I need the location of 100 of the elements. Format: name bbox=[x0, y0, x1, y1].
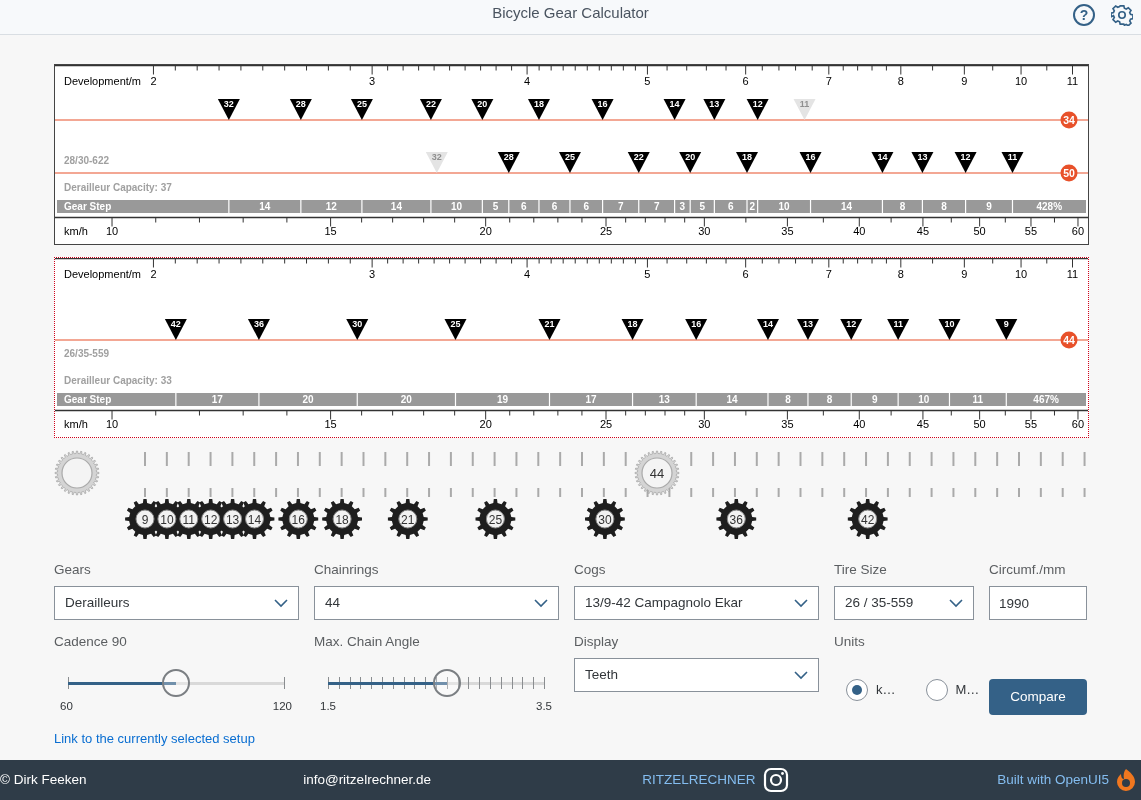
gear-step-value: 17 bbox=[585, 394, 597, 405]
cog-marker[interactable]: 18 bbox=[527, 99, 550, 120]
unit-radio[interactable]: M… bbox=[913, 678, 980, 701]
gear-step-value: 10 bbox=[918, 394, 930, 405]
cog-marker[interactable]: 20 bbox=[679, 152, 702, 173]
cog-marker[interactable]: 36 bbox=[247, 319, 270, 340]
tire-size-select[interactable]: 26 / 35-559 bbox=[834, 586, 974, 620]
cog-marker[interactable]: 28 bbox=[289, 99, 312, 120]
instagram-icon[interactable] bbox=[763, 767, 790, 793]
gear-step-value: 10 bbox=[778, 201, 790, 212]
circumference-input[interactable]: 1990 bbox=[989, 586, 1087, 620]
cog-marker[interactable]: 22 bbox=[419, 99, 442, 120]
gear-step-value: 19 bbox=[496, 394, 509, 405]
axis-tick-label: 10 bbox=[1014, 268, 1028, 280]
cog-marker[interactable]: 28 bbox=[497, 152, 520, 173]
axis-tick-label: 6 bbox=[742, 75, 749, 87]
gear-step-value: 9 bbox=[871, 394, 878, 405]
axis-tick-label: 20 bbox=[479, 418, 492, 430]
axis-tick-label: 50 bbox=[973, 225, 986, 237]
gear-step-value: 17 bbox=[211, 394, 223, 405]
copyright-text: © Dirk Feeken bbox=[0, 771, 87, 787]
gear-range-value: 428% bbox=[1036, 201, 1063, 212]
cog-marker[interactable]: 42 bbox=[164, 319, 187, 340]
app-title: Bicycle Gear Calculator bbox=[492, 3, 649, 23]
cog-marker[interactable]: 9 bbox=[995, 319, 1018, 340]
cog-marker[interactable]: 12 bbox=[746, 99, 769, 120]
axis-tick-label: 10 bbox=[1014, 75, 1028, 87]
chainring-badge: 34 bbox=[1060, 111, 1078, 129]
openui5-link[interactable]: Built with OpenUI5 bbox=[997, 769, 1109, 791]
axis-tick-label: 30 bbox=[698, 225, 711, 237]
chart-panel[interactable]: Development/m 2 3 4 5 6 7 8 9 10 11 42 36 30 25 21 18 16 14 13 12 11 10 9 44 26/35-559 Derailleur Capacity: 33 Gear Step 17 20 20 19 17 13 14 8 8 9 10 11 467% km/h 10 15 20 25 30 35 40 45 50 55 60 bbox=[54, 257, 1089, 438]
axis-tick-label: 9 bbox=[961, 75, 968, 87]
settings-icon[interactable] bbox=[1111, 4, 1133, 26]
cog-marker[interactable]: 11 bbox=[887, 319, 910, 340]
compare-button[interactable]: Compare bbox=[989, 679, 1087, 715]
chevron-down-icon bbox=[794, 670, 808, 680]
cog-marker[interactable]: 18 bbox=[736, 152, 758, 173]
cog-marker[interactable]: 11 bbox=[1001, 152, 1024, 173]
cog-marker[interactable]: 18 bbox=[621, 319, 644, 340]
cog-marker[interactable]: 13 bbox=[796, 319, 819, 340]
field-label: Cadence 90 bbox=[54, 633, 128, 651]
gear-step-value: 12 bbox=[325, 201, 337, 212]
gears-select[interactable]: Derailleurs bbox=[54, 586, 299, 620]
cog-marker[interactable]: 14 bbox=[757, 319, 779, 340]
chart-panel[interactable] bbox=[54, 64, 1089, 245]
field-label: Cogs bbox=[574, 561, 607, 579]
cog-marker[interactable]: 22 bbox=[627, 152, 650, 173]
cog-marker[interactable]: 25 bbox=[350, 99, 373, 120]
cog-marker[interactable]: 32 bbox=[217, 99, 240, 120]
axis-tick-label: 20 bbox=[479, 225, 492, 237]
axis-tick-label: 45 bbox=[916, 418, 930, 430]
slider-handle[interactable] bbox=[162, 669, 190, 697]
cog-marker[interactable]: 21 bbox=[538, 319, 561, 340]
cog-marker[interactable]: 25 bbox=[558, 152, 581, 173]
cog-marker[interactable]: 12 bbox=[840, 319, 863, 340]
gear-step-value: 5 bbox=[492, 201, 499, 212]
cog-marker[interactable]: 25 bbox=[444, 319, 467, 340]
cog-marker[interactable]: 16 bbox=[799, 152, 822, 173]
help-button[interactable]: ? bbox=[1073, 4, 1095, 26]
cog-marker[interactable]: 10 bbox=[938, 319, 961, 340]
field-label: Circumf./mm bbox=[989, 561, 1067, 579]
gear-step-value: 8 bbox=[785, 394, 791, 405]
cogs-select[interactable]: 13/9-42 Campagnolo Ekar bbox=[574, 586, 819, 620]
chainrings-select[interactable]: 44 bbox=[314, 586, 559, 620]
axis-tick-label: 25 bbox=[599, 225, 613, 237]
axis-tick-label: 8 bbox=[897, 268, 904, 280]
unit-radio[interactable]: k… bbox=[834, 678, 896, 701]
axis-tick-label: 3 bbox=[369, 75, 376, 87]
cog-marker[interactable]: 12 bbox=[954, 152, 977, 173]
chevron-down-icon bbox=[274, 598, 288, 608]
cog-marker[interactable]: 13 bbox=[911, 152, 934, 173]
cog-marker[interactable]: 20 bbox=[471, 99, 494, 120]
axis-title: km/h bbox=[64, 225, 88, 237]
axis-tick-label: 5 bbox=[644, 268, 651, 280]
gear-step-value: 10 bbox=[451, 201, 463, 212]
gear-step-value: 14 bbox=[840, 201, 853, 212]
gear-step-value: 20 bbox=[400, 394, 412, 405]
axis-tick-label: 35 bbox=[781, 225, 794, 237]
gear-step-value: 8 bbox=[826, 394, 833, 405]
cog-marker[interactable]: 14 bbox=[871, 152, 894, 173]
axis-tick-label: 40 bbox=[853, 418, 866, 430]
gear-step-value: 7 bbox=[653, 201, 660, 212]
cog-marker[interactable]: 14 bbox=[663, 99, 686, 120]
email-link[interactable]: info@ritzelrechner.de bbox=[303, 771, 431, 787]
axis-tick-label: 35 bbox=[781, 418, 794, 430]
setup-link[interactable]: Link to the currently selected setup bbox=[54, 729, 255, 749]
slider-handle[interactable] bbox=[432, 669, 461, 697]
chainring-gear[interactable]: 44 bbox=[634, 450, 680, 496]
field-label: Tire Size bbox=[834, 561, 888, 579]
slider-min-label: 1.5 bbox=[320, 699, 336, 714]
brand-link[interactable]: RITZELRECHNER bbox=[642, 769, 756, 791]
axis-tick-label: 11 bbox=[1066, 268, 1079, 280]
cog-marker[interactable]: 30 bbox=[346, 319, 369, 340]
cog-marker[interactable]: 16 bbox=[591, 99, 614, 120]
cog-marker[interactable]: 13 bbox=[703, 99, 726, 120]
display-select[interactable]: Teeth bbox=[574, 658, 819, 692]
field-label: Chainrings bbox=[314, 561, 380, 579]
axis-tick-label: 11 bbox=[1066, 75, 1079, 87]
cog-marker[interactable]: 16 bbox=[685, 319, 708, 340]
field-label: Units bbox=[834, 633, 866, 651]
